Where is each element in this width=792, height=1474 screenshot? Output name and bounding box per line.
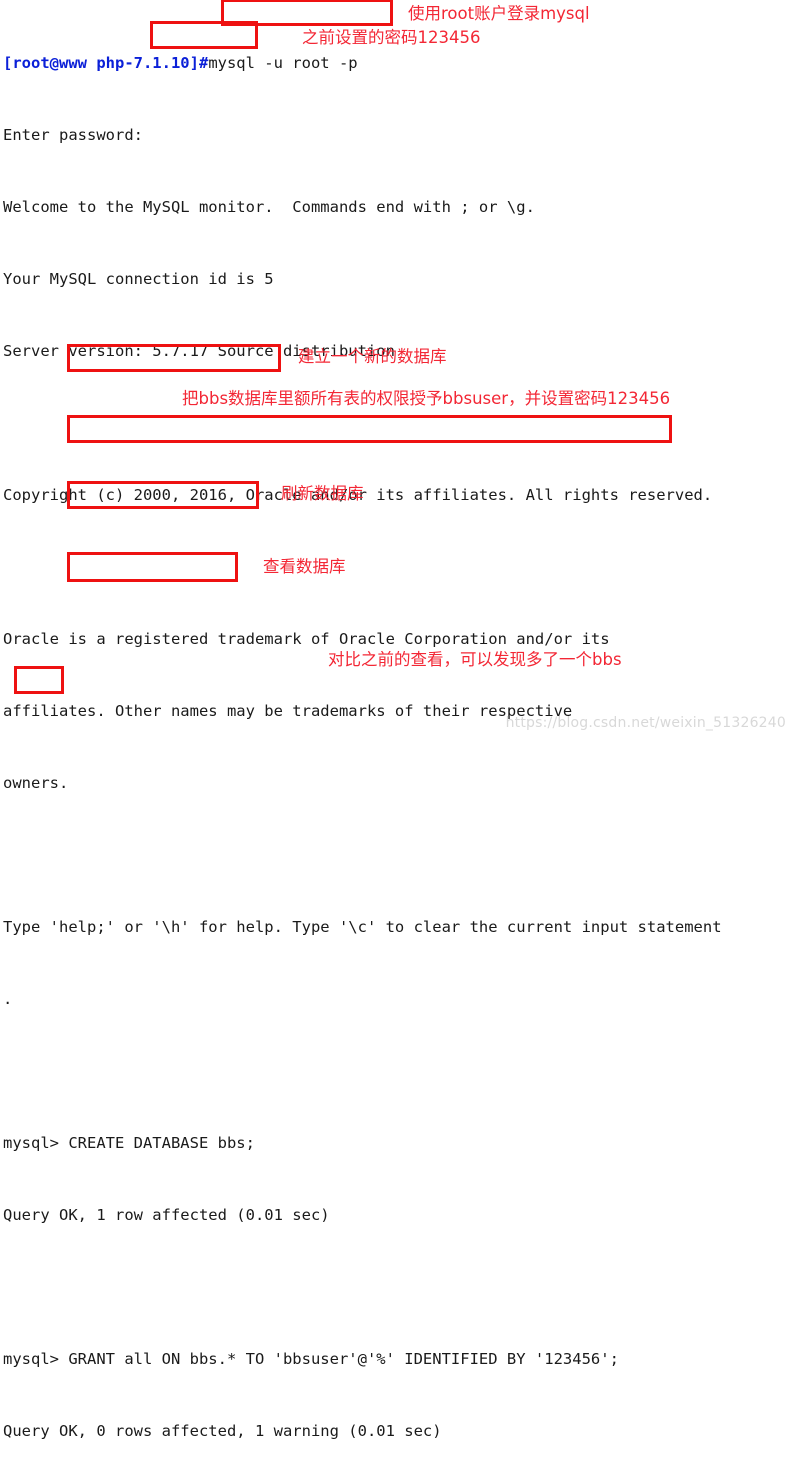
terminal-line-6: Copyright (c) 2000, 2016, Oracle and/or … [3, 486, 713, 504]
annotation-password: 之前设置的密码123456 [302, 28, 481, 47]
terminal-line-grant: mysql> GRANT all ON bbs.* TO 'bbsuser'@'… [3, 1350, 619, 1368]
terminal-line-10: owners. [3, 774, 69, 792]
terminal-line-5 [3, 411, 792, 435]
login-command-text: mysql -u root -p [208, 54, 358, 72]
terminal-line-create-database: mysql> CREATE DATABASE bbs; [3, 1134, 255, 1152]
terminal-line-1: Enter password: [3, 126, 143, 144]
terminal-line-8: Oracle is a registered trademark of Orac… [3, 630, 610, 648]
annotation-show: 查看数据库 [263, 557, 346, 576]
terminal-line-12: Type 'help;' or '\h' for help. Type '\c'… [3, 918, 722, 936]
shell-prompt: [root@www php-7.1.10]# [3, 54, 209, 72]
terminal-line-17 [3, 1275, 792, 1299]
annotation-compare: 对比之前的查看，可以发现多了一个bbs [328, 650, 622, 669]
watermark-text: https://blog.csdn.net/weixin_51326240 [505, 715, 786, 731]
annotation-grant: 把bbs数据库里额所有表的权限授予bbsuser，并设置密码123456 [182, 389, 671, 408]
terminal-line-7 [3, 555, 792, 579]
terminal-line-3: Your MySQL connection id is 5 [3, 270, 274, 288]
annotation-create-db: 建立一个新的数据库 [298, 347, 447, 366]
terminal-line-13: . [3, 990, 13, 1008]
terminal-line-14 [3, 1059, 792, 1083]
terminal-output: [root@www php-7.1.10]#mysql -u root -p E… [0, 0, 792, 1440]
terminal-line-11 [3, 843, 792, 867]
annotation-flush: 刷新数据库 [281, 484, 364, 503]
terminal-line-2: Welcome to the MySQL monitor. Commands e… [3, 198, 535, 216]
terminal-line-19: Query OK, 0 rows affected, 1 warning (0.… [3, 1422, 442, 1440]
terminal-line-prompt: [root@www php-7.1.10]#mysql -u root -p [3, 51, 792, 75]
annotation-login: 使用root账户登录mysql [408, 4, 590, 23]
terminal-line-16: Query OK, 1 row affected (0.01 sec) [3, 1206, 330, 1224]
